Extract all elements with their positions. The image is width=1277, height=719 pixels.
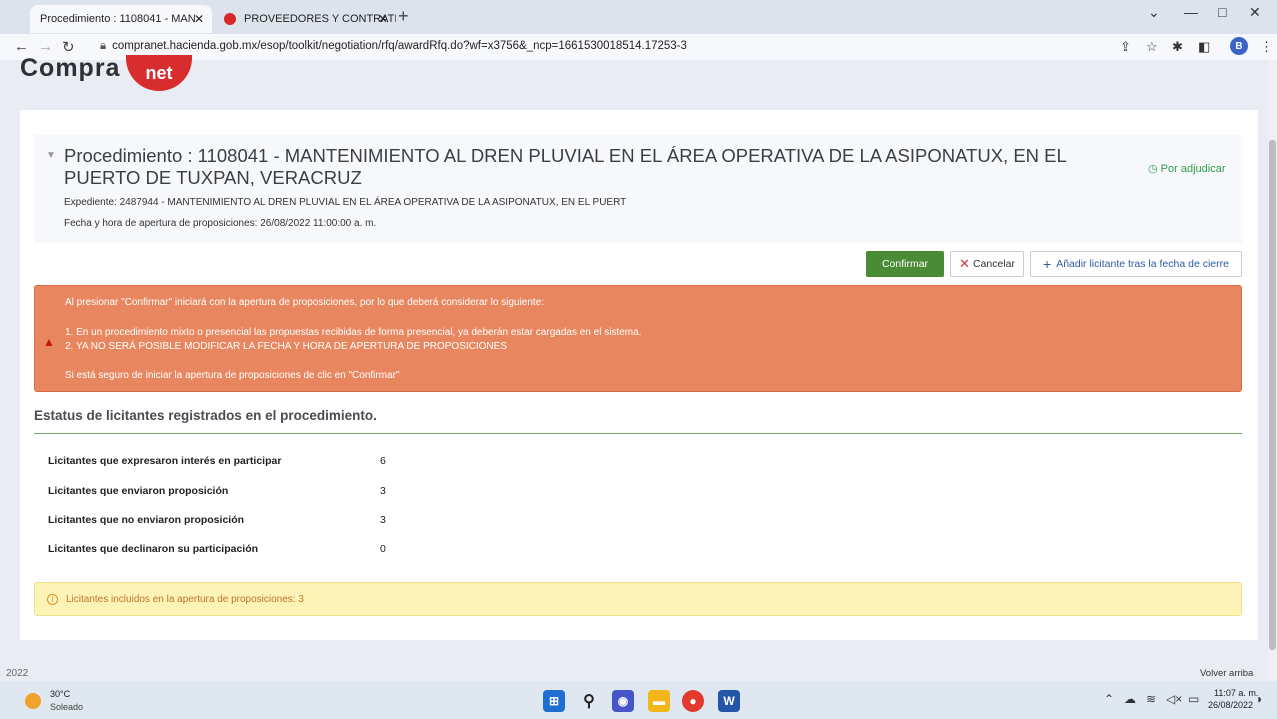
clock-date[interactable]: 26/08/2022 — [1208, 700, 1253, 710]
cancel-icon: ✕ — [959, 256, 970, 271]
close-icon[interactable]: ✕ — [194, 12, 204, 26]
scrollbar-thumb[interactable] — [1269, 140, 1276, 650]
back-to-top-link[interactable]: Volver arriba — [1200, 668, 1253, 679]
cancel-button[interactable]: ✕ Cancelar — [950, 251, 1024, 277]
taskbar — [0, 681, 1277, 719]
extensions-icon[interactable]: ✱ — [1172, 39, 1183, 55]
page-title: Procedimiento : 1108041 - MANTENIMIENTO … — [64, 145, 1067, 188]
window-close-icon[interactable]: ✕ — [1249, 4, 1261, 21]
alert-outro: Si está seguro de iniciar la apertura de… — [65, 370, 400, 381]
back-icon[interactable]: ← — [14, 38, 29, 55]
confirm-label: Confirmar — [881, 258, 929, 270]
cancel-label: Cancelar — [972, 258, 1015, 270]
warning-icon: ▲ — [43, 335, 55, 349]
search-icon[interactable]: ⚲ — [578, 690, 600, 712]
minimize-icon[interactable]: — — [1184, 4, 1198, 20]
stats-row-value: 0 — [380, 543, 386, 555]
battery-icon[interactable]: ▭ — [1188, 692, 1199, 706]
info-alert: i Licitantes incluidos en la apertura de… — [34, 582, 1242, 616]
stats-row-label: Licitantes que enviaron proposición — [48, 485, 229, 497]
lock-icon: 🔒︎ — [100, 40, 107, 52]
expediente-text: Expediente: 2487944 - MANTENIMIENTO AL D… — [64, 197, 627, 208]
windows-start-icon[interactable]: ⊞ — [543, 690, 565, 712]
menu-icon[interactable]: ⋮ — [1260, 39, 1273, 55]
add-bidder-label: Añadir licitante tras la fecha de cierre — [1056, 258, 1229, 270]
stats-row-label: Licitantes que declinaron su participaci… — [48, 543, 259, 555]
site-logo[interactable]: Compra — [20, 54, 120, 83]
stats-row-label: Licitantes que no enviaron proposición — [48, 514, 245, 526]
tab-title: PROVEEDORES Y CONTRATISTAS — [244, 13, 396, 25]
tab-title: Procedimiento : 1108041 - MAN — [40, 13, 196, 25]
opening-date-text: Fecha y hora de apertura de proposicione… — [64, 218, 377, 229]
status-badge: ◷ Por adjudicar — [1148, 162, 1226, 175]
clock-time[interactable]: 11:07 a. m. — [1214, 688, 1258, 698]
stats-row-value: 3 — [380, 514, 386, 526]
add-bidder-button[interactable]: + Añadir licitante tras la fecha de cier… — [1030, 251, 1242, 277]
share-icon[interactable]: ⇪ — [1120, 39, 1131, 55]
profile-avatar[interactable]: B — [1230, 37, 1248, 55]
wifi-icon[interactable]: ≋ — [1146, 692, 1156, 706]
stats-row-value: 6 — [380, 455, 386, 467]
chrome-icon[interactable]: ● — [682, 690, 704, 712]
section-divider — [34, 433, 1242, 434]
stats-title: Estatus de licitantes registrados en el … — [34, 408, 377, 423]
star-icon[interactable]: ☆ — [1146, 39, 1158, 55]
notification-icon[interactable]: ◗ — [1256, 692, 1263, 706]
status-text: Por adjudicar — [1160, 163, 1226, 175]
clock-icon: ◷ — [1148, 163, 1158, 175]
weather-temperature[interactable]: 30°C — [50, 689, 70, 699]
info-text: Licitantes incluidos en la apertura de p… — [66, 593, 304, 605]
url-text: compranet.hacienda.gob.mx/esop/toolkit/n… — [112, 40, 687, 52]
url-field[interactable]: 🔒︎ compranet.hacienda.gob.mx/esop/toolkit… — [100, 40, 687, 53]
weather-condition[interactable]: Soleado — [50, 702, 83, 712]
warning-alert: ▲ Al presionar "Confirmar" iniciará con … — [34, 285, 1242, 392]
tab-procedimiento[interactable]: Procedimiento : 1108041 - MAN ✕ — [30, 5, 212, 33]
stats-row-value: 3 — [380, 485, 386, 497]
collapse-icon[interactable]: ▼ — [46, 150, 56, 161]
footer-year: 2022 — [6, 668, 29, 679]
stats-row-label: Licitantes que expresaron interés en par… — [48, 455, 282, 467]
word-icon[interactable]: W — [718, 690, 740, 712]
close-icon[interactable]: ✕ — [378, 12, 388, 26]
maximize-icon[interactable]: □ — [1218, 4, 1226, 20]
tab-search-icon[interactable]: ⌄ — [1148, 4, 1160, 21]
forward-icon[interactable]: → — [38, 38, 53, 55]
tab-proveedores[interactable]: PROVEEDORES Y CONTRATISTAS ✕ — [214, 5, 396, 33]
favicon-icon — [224, 13, 236, 25]
logo-emblem: net — [126, 55, 192, 91]
plus-icon: + — [1043, 256, 1052, 272]
volume-icon[interactable]: ◁× — [1166, 692, 1182, 706]
tray-app-icon[interactable]: ☁ — [1124, 692, 1136, 706]
file-explorer-icon[interactable]: ▬ — [648, 690, 670, 712]
alert-intro: Al presionar "Confirmar" iniciará con la… — [65, 297, 545, 308]
confirm-button[interactable]: Confirmar — [866, 251, 944, 277]
chat-icon[interactable]: ◉ — [612, 690, 634, 712]
weather-sun-icon[interactable] — [25, 693, 41, 709]
alert-item-1: 1. En un procedimiento mixto o presencia… — [65, 327, 642, 338]
new-tab-button[interactable]: + — [398, 6, 409, 27]
alert-item-2: 2. YA NO SERÁ POSIBLE MODIFICAR LA FECHA… — [65, 341, 507, 352]
sidepanel-icon[interactable]: ◧ — [1198, 39, 1210, 55]
tray-overflow-icon[interactable]: ⌃ — [1104, 692, 1114, 706]
info-icon: i — [47, 593, 58, 605]
